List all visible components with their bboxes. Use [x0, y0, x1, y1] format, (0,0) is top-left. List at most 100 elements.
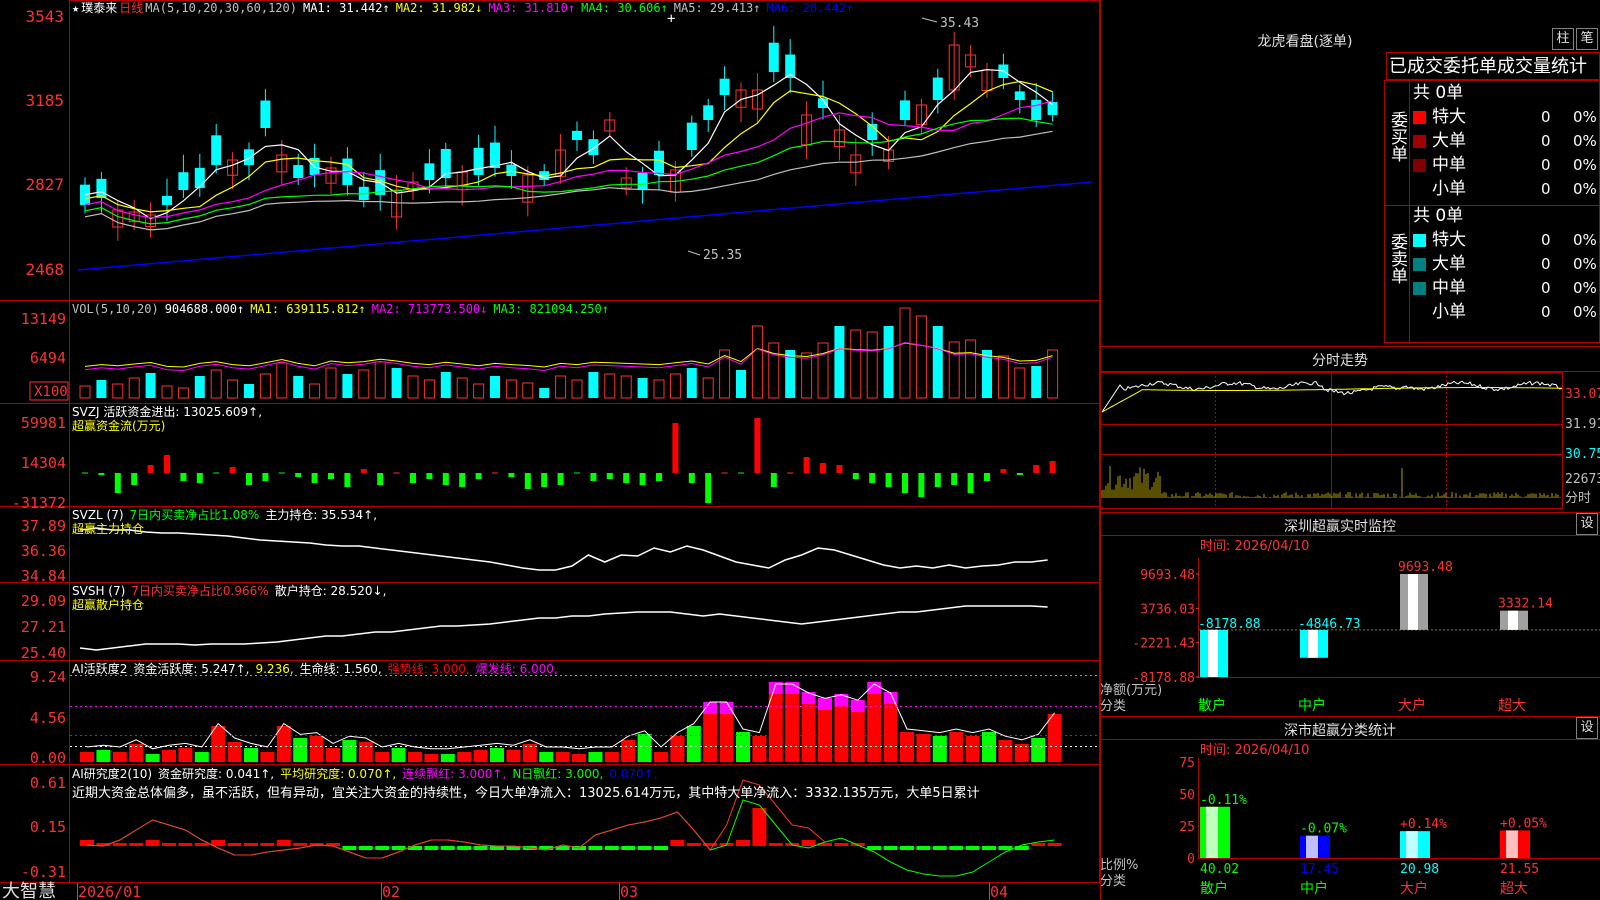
- ai1-bar: [260, 752, 275, 762]
- bar-view-button[interactable]: 柱: [1552, 28, 1574, 50]
- volume-bar: [834, 326, 845, 398]
- volume-bar: [539, 388, 550, 398]
- intraday-chart[interactable]: 33.07 31.91 30.75 22673 分时: [1100, 372, 1600, 512]
- main-chart-area[interactable]: 3543 3185 2827 2468 35.43 25.35 13149 64…: [0, 0, 1100, 900]
- volume-bar: [588, 372, 599, 398]
- volume-bar: [899, 307, 911, 399]
- sz-class-title-bar: 深市超赢分类统计 设: [1100, 716, 1600, 740]
- sz-monitor-category: 大户: [1398, 697, 1426, 714]
- trading-terminal: 3543 3185 2827 2468 35.43 25.35 13149 64…: [0, 0, 1600, 900]
- ai1-bar: [998, 740, 1013, 762]
- ai1-bar: [850, 712, 865, 762]
- ma6-line: [77, 181, 1093, 271]
- ai1-bar: [768, 694, 783, 762]
- svzj-bar: [541, 473, 548, 487]
- svzj-tick-2: 14304: [21, 454, 66, 472]
- svzl-desc: 7日内买卖净占比1.08%: [129, 508, 260, 522]
- ai2-bar: [588, 846, 603, 850]
- ai2-bar: [473, 846, 488, 850]
- sell-row-name: 小单: [1432, 302, 1466, 322]
- period-label[interactable]: 日线: [119, 1, 143, 15]
- svzj-bar: [360, 469, 367, 473]
- volume-bar: [736, 370, 746, 398]
- ma-params[interactable]: MA(5,10,20,30,60,120): [145, 1, 297, 15]
- sell-row-value: 0: [1541, 231, 1551, 249]
- vol-ma2: [84, 341, 1053, 372]
- ai1-bar: [867, 694, 882, 762]
- volume-bar: [883, 326, 894, 398]
- svzj-bar: [918, 473, 925, 497]
- sz-monitor-bars: -8178.88 散户 -4846.73 中户 9693.48 大户 3332.14 超大: [1198, 560, 1553, 714]
- ai1-bar: [670, 736, 685, 762]
- candle-body: [703, 105, 714, 120]
- volume-bar: [850, 329, 862, 399]
- sz-monitor-settings-button[interactable]: 设: [1576, 513, 1598, 535]
- ai2-name: AI研究度2(10): [72, 767, 153, 781]
- svzj-bar: [656, 473, 662, 481]
- volume-bar: [702, 377, 714, 399]
- sell-row-value: 0: [1541, 255, 1551, 273]
- candle-body: [194, 167, 205, 188]
- favorite-star-icon[interactable]: ★: [72, 1, 79, 15]
- lhb-tabs[interactable]: 已成交委托单成交量统计: [1386, 52, 1600, 80]
- ai1-bar: [506, 750, 521, 762]
- ai1-bar: [1031, 738, 1046, 762]
- ai1-bar: [326, 748, 340, 762]
- svzj-bar: [852, 473, 859, 479]
- ai1-bar: [883, 704, 898, 762]
- ai2-header: AI研究度2(10) 资金研究度: 0.041↑, 平均研究度: 0.070↑, 连续…: [72, 767, 980, 805]
- sz-class-bar-shine: [1406, 831, 1418, 858]
- ai2-legend-item-2: 平均研究度: 0.070↑,: [280, 767, 397, 781]
- stock-name[interactable]: 璞泰来: [81, 1, 117, 15]
- sz-class-category: 大户: [1400, 880, 1428, 897]
- svzj-bar: [1000, 469, 1007, 473]
- svsh-header: SVSH (7) 7日内买卖净占比0.966% 散户持仓: 28.520↓, 超赢散…: [72, 584, 392, 612]
- volume-bar: [309, 383, 321, 399]
- ai1-bar: [834, 706, 849, 762]
- ai2-tick-1: 0.61: [30, 774, 66, 792]
- ai1-bar: [162, 750, 176, 762]
- volume-bar: [686, 368, 697, 398]
- sz-class-category: 超大: [1500, 881, 1528, 897]
- ai1-bar: [457, 752, 472, 762]
- vol-legend-item-2: MA1: 639115.812↑: [250, 302, 366, 316]
- ai1-bar: [408, 752, 422, 762]
- tick-view-button[interactable]: 笔: [1576, 28, 1598, 50]
- ai1-bar: [178, 748, 193, 762]
- volume-bar: [342, 374, 353, 398]
- sz-class-change-label: -0.11%: [1200, 793, 1247, 808]
- buy-row-percent: 0%: [1573, 180, 1597, 198]
- ai2-comment: 近期大资金总体偏多，虽不活跃，但有异动，宜关注大资金的持续性，今日大单净流入：1…: [72, 786, 980, 801]
- candle-body: [80, 184, 90, 205]
- sz-monitor-time: 时间: 2026/04/10: [1200, 539, 1309, 554]
- ai2-bar: [768, 843, 783, 846]
- ai1-bar: [555, 752, 570, 762]
- ai2-bar: [244, 843, 258, 846]
- vol-legend: 904688.000↑ MA1: 639115.812↑ MA2: 713773.5…: [165, 302, 615, 316]
- vol-header: VOL(5,10,20) 904688.000↑ MA1: 639115.812↑ M…: [72, 302, 621, 316]
- svzj-bar: [344, 473, 351, 487]
- price-tick-4: 2468: [25, 260, 64, 279]
- candle-body: [162, 195, 172, 205]
- ai-activity-bars: [80, 682, 1062, 762]
- sz-class-value-label: 40.02: [1200, 862, 1239, 877]
- vol-legend-item-4: MA3: 821094.250↑: [493, 302, 609, 316]
- ai2-legend-item-3: 连续飘红: 3.000↑,: [402, 767, 507, 781]
- lhb-table: 委买单 委卖单 共 0单 特大 0 0% 大单 0 0% 中单 0 0% 小单 0 0% 共 0单 特大 0…: [1384, 80, 1600, 344]
- volume-bar: [522, 382, 534, 399]
- svzl-name: SVZL (7): [72, 508, 124, 522]
- volume-bar: [604, 373, 616, 399]
- ai2-bar: [932, 846, 947, 850]
- sz-monitor-title: 深圳超赢实时监控: [1284, 519, 1396, 535]
- sz-monitor-tick: -2221.43: [1132, 637, 1195, 652]
- ma-legend: MA1: 31.442↑ MA2: 31.982↓ MA3: 31.810↑ MA4:…: [303, 1, 859, 15]
- ai1-header: AI活跃度2 资金活跃度: 5.247↑, 9.236, 生命线: 1.560, 强势线…: [72, 662, 570, 676]
- volume-bar: [358, 369, 370, 399]
- sz-class-chart: 时间: 2026/04/10 75 50 25 0 -0.11% 40.02 散户 -0.0…: [1100, 743, 1600, 897]
- ai1-bar-top: [801, 692, 816, 704]
- volume-bar: [866, 331, 878, 399]
- price-annotations: 35.43 25.35: [687, 16, 979, 263]
- svzj-bar: [557, 473, 564, 485]
- sz-class-settings-button[interactable]: 设: [1576, 717, 1598, 739]
- candle-body: [637, 172, 648, 190]
